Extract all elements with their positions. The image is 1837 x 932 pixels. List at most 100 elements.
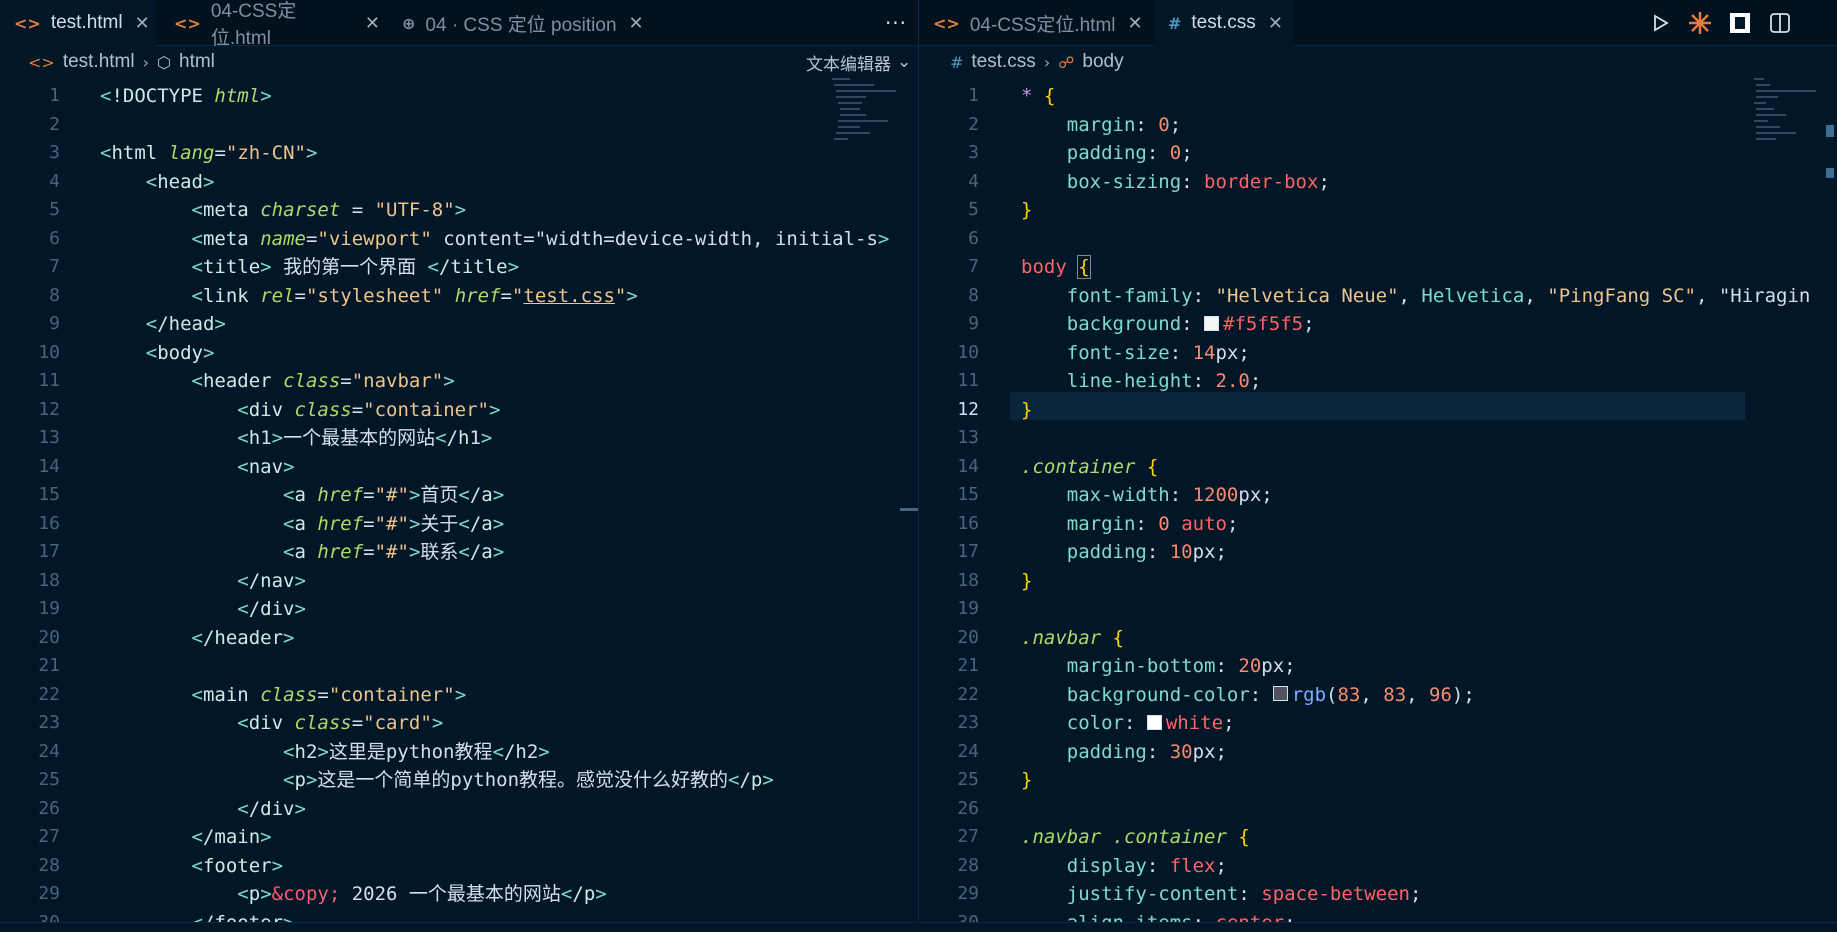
tab-css-position-web[interactable]: ⊕ 04 · CSS 定位 position ✕ xyxy=(388,0,658,46)
run-icon[interactable] xyxy=(1647,10,1673,36)
code-line[interactable]: 14 .container { xyxy=(919,453,1819,482)
tab-04-css-html-right[interactable]: <> 04-CSS定位.html ✕ xyxy=(919,0,1144,46)
code-text[interactable]: </nav> xyxy=(100,567,306,596)
code-line[interactable]: 15 max-width: 1200px; xyxy=(919,481,1819,510)
code-text[interactable]: padding: 0; xyxy=(1021,139,1193,168)
code-line[interactable]: 2 xyxy=(0,111,898,140)
code-line[interactable]: 16 margin: 0 auto; xyxy=(919,510,1819,539)
code-text[interactable]: font-family: "Helvetica Neue", Helvetica… xyxy=(1021,282,1811,311)
code-line[interactable]: 2 margin: 0; xyxy=(919,111,1819,140)
code-line[interactable]: 25 <p>这是一个简单的python教程。感觉没什么好教的</p> xyxy=(0,766,898,795)
code-line[interactable]: 1 <!DOCTYPE html> xyxy=(0,82,898,111)
breadcrumb-file[interactable]: test.css xyxy=(971,51,1035,73)
code-line[interactable]: 21 margin-bottom: 20px; xyxy=(919,652,1819,681)
close-icon[interactable]: ✕ xyxy=(365,13,380,34)
html-editor[interactable]: 1 <!DOCTYPE html> 2 3 <html lang="zh-CN"> 4 <… xyxy=(0,82,898,922)
code-line[interactable]: 5 <meta charset = "UTF-8"> xyxy=(0,196,898,225)
code-line[interactable]: 4 <head> xyxy=(0,168,898,197)
code-text[interactable]: <p>&copy; 2026 一个最基本的网站</p> xyxy=(100,880,606,909)
code-text[interactable]: align-items: center; xyxy=(1021,909,1296,923)
code-text[interactable]: <a href="#">联系</a> xyxy=(100,538,504,567)
code-line[interactable]: 26 </div> xyxy=(0,795,898,824)
close-icon[interactable]: ✕ xyxy=(135,13,150,34)
code-line[interactable]: 5} xyxy=(919,196,1819,225)
code-text[interactable]: .navbar .container { xyxy=(1021,823,1250,852)
code-line[interactable]: 8 <link rel="stylesheet" href="test.css"… xyxy=(0,282,898,311)
code-text[interactable]: <h1>一个最基本的网站</h1> xyxy=(100,424,492,453)
code-line[interactable]: 30 </footer> xyxy=(0,909,898,923)
code-text[interactable]: line-height: 2.0; xyxy=(1021,367,1262,396)
code-line[interactable]: 24 <h2>这里是python教程</h2> xyxy=(0,738,898,767)
code-text[interactable]: color: white; xyxy=(1021,709,1235,738)
code-line[interactable]: 29 justify-content: space-between; xyxy=(919,880,1819,909)
code-text[interactable]: <footer> xyxy=(100,852,284,881)
code-line[interactable]: 14 <nav> xyxy=(0,453,898,482)
code-line[interactable]: 11 <header class="navbar"> xyxy=(0,367,898,396)
code-text[interactable]: <main class="container"> xyxy=(100,681,467,710)
breadcrumb-file[interactable]: test.html xyxy=(63,51,135,73)
breadcrumb-symbol[interactable]: html xyxy=(179,51,215,73)
code-text[interactable]: .navbar { xyxy=(1021,624,1124,653)
code-text[interactable]: margin: 0 auto; xyxy=(1021,510,1239,539)
code-line[interactable]: 4 box-sizing: border-box; xyxy=(919,168,1819,197)
sparkle-icon[interactable] xyxy=(1687,10,1713,36)
code-text[interactable]: padding: 30px; xyxy=(1021,738,1227,767)
code-text[interactable]: </footer> xyxy=(100,909,295,923)
code-text[interactable]: max-width: 1200px; xyxy=(1021,481,1273,510)
code-text[interactable]: <p>这是一个简单的python教程。感觉没什么好教的</p> xyxy=(100,766,774,795)
code-text[interactable]: <nav> xyxy=(100,453,294,482)
code-text[interactable]: justify-content: space-between; xyxy=(1021,880,1422,909)
code-text[interactable]: display: flex; xyxy=(1021,852,1227,881)
code-line[interactable]: 7 <title> 我的第一个界面 </title> xyxy=(0,253,898,282)
code-line[interactable]: 17 <a href="#">联系</a> xyxy=(0,538,898,567)
code-text[interactable]: <body> xyxy=(100,339,215,368)
code-text[interactable]: <div class="card"> xyxy=(100,709,443,738)
code-line[interactable]: 10 font-size: 14px; xyxy=(919,339,1819,368)
code-text[interactable]: <!DOCTYPE html> xyxy=(100,82,272,111)
code-text[interactable]: padding: 10px; xyxy=(1021,538,1227,567)
code-line[interactable]: 13 <h1>一个最基本的网站</h1> xyxy=(0,424,898,453)
code-text[interactable]: } xyxy=(1021,396,1032,425)
code-line[interactable]: 18 </nav> xyxy=(0,567,898,596)
code-line[interactable]: 1 * { xyxy=(919,82,1819,111)
code-text[interactable]: background: #f5f5f5; xyxy=(1021,310,1315,339)
code-line[interactable]: 9 background: #f5f5f5; xyxy=(919,310,1819,339)
code-line[interactable]: 11 line-height: 2.0; xyxy=(919,367,1819,396)
code-text[interactable]: <meta charset = "UTF-8"> xyxy=(100,196,467,225)
code-line[interactable]: 7 body { xyxy=(919,253,1819,282)
tab-test-css[interactable]: # test.css ✕ xyxy=(1154,0,1294,46)
code-text[interactable]: background-color: rgb(83, 83, 96); xyxy=(1021,681,1475,710)
code-text[interactable]: </main> xyxy=(100,823,272,852)
code-text[interactable]: font-size: 14px; xyxy=(1021,339,1250,368)
code-line[interactable]: 6 xyxy=(919,225,1819,254)
code-line[interactable]: 24 padding: 30px; xyxy=(919,738,1819,767)
code-line[interactable]: 27 </main> xyxy=(0,823,898,852)
code-text[interactable]: box-sizing: border-box; xyxy=(1021,168,1330,197)
code-text[interactable]: } xyxy=(1021,567,1032,596)
code-text[interactable]: <meta name="viewport" content="width=dev… xyxy=(100,225,890,254)
breadcrumb-symbol[interactable]: body xyxy=(1082,51,1123,73)
code-line[interactable]: 16 <a href="#">关于</a> xyxy=(0,510,898,539)
code-text[interactable]: margin-bottom: 20px; xyxy=(1021,652,1296,681)
code-text[interactable]: } xyxy=(1021,766,1032,795)
code-line[interactable]: 3 <html lang="zh-CN"> xyxy=(0,139,898,168)
scrollbar-right[interactable] xyxy=(1826,125,1834,137)
code-line[interactable]: 28 display: flex; xyxy=(919,852,1819,881)
code-text[interactable]: </head> xyxy=(100,310,226,339)
more-actions-icon[interactable]: ··· xyxy=(874,0,918,46)
tab-04-css-html[interactable]: <> 04-CSS定位.html ✕ xyxy=(160,0,380,49)
close-icon[interactable]: ✕ xyxy=(1268,13,1283,34)
code-line[interactable]: 17 padding: 10px; xyxy=(919,538,1819,567)
code-line[interactable]: 6 <meta name="viewport" content="width=d… xyxy=(0,225,898,254)
code-line[interactable]: 22 <main class="container"> xyxy=(0,681,898,710)
code-line[interactable]: 19 </div> xyxy=(0,595,898,624)
code-line[interactable]: 23 color: white; xyxy=(919,709,1819,738)
code-line[interactable]: 20 .navbar { xyxy=(919,624,1819,653)
code-text[interactable]: </header> xyxy=(100,624,295,653)
code-text[interactable]: </div> xyxy=(100,595,306,624)
code-line[interactable]: 10 <body> xyxy=(0,339,898,368)
code-line[interactable]: 26 xyxy=(919,795,1819,824)
code-text[interactable]: } xyxy=(1021,196,1032,225)
toggle-panel-icon[interactable] xyxy=(1727,10,1753,36)
tab-test-html[interactable]: <> test.html ✕ xyxy=(0,0,155,46)
